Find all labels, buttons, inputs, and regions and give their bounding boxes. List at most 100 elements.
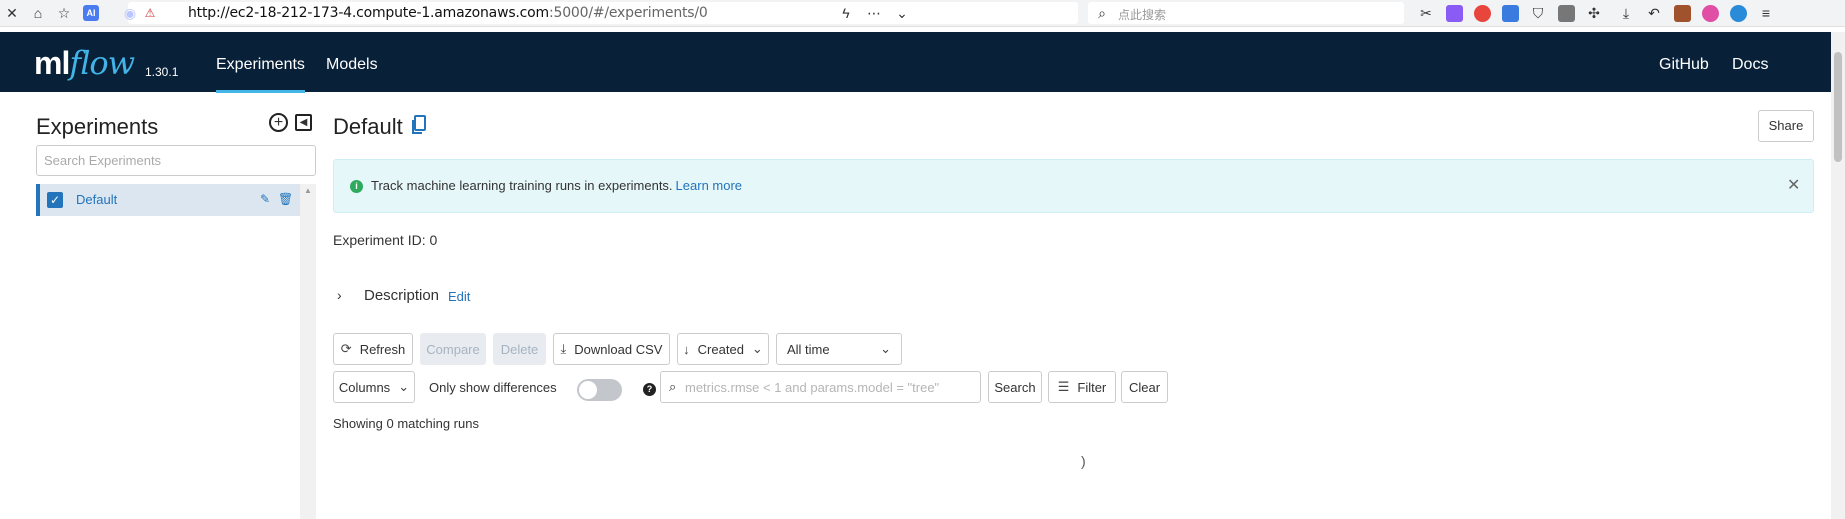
ai-extension-icon[interactable]: AI [83, 5, 99, 21]
columns-button[interactable]: Columns ⌄ [333, 371, 415, 403]
info-alert: i Track machine learning training runs i… [333, 159, 1814, 213]
copy-icon[interactable] [411, 115, 427, 135]
lightning-icon[interactable]: ϟ [838, 5, 854, 21]
edge-extension-icon[interactable] [1730, 5, 1747, 22]
sidebar-title: Experiments [36, 114, 159, 139]
scroll-up-arrow-icon[interactable]: ▲ [304, 186, 312, 195]
insecure-icon[interactable]: ⚠ [142, 5, 158, 21]
undo-icon[interactable]: ↶ [1646, 5, 1662, 21]
close-icon[interactable]: ✕ [4, 5, 20, 21]
delete-button[interactable]: Delete [493, 333, 546, 365]
url-host: http://ec2-18-212-173-4.compute-1.amazon… [188, 5, 549, 21]
puzzle-icon[interactable]: ✣ [1586, 5, 1602, 21]
home-icon[interactable]: ⌂ [30, 5, 46, 21]
mail-extension-icon[interactable] [1502, 5, 1519, 22]
time-range-label: All time [787, 341, 830, 357]
description-label[interactable]: Description [364, 287, 439, 304]
experiment-list-item[interactable]: ✓ Default ✎ 🗑 [36, 184, 300, 216]
chevron-down-icon[interactable]: ⌄ [894, 5, 910, 21]
filter-button[interactable]: ☰ Filter [1048, 371, 1116, 403]
collapse-sidebar-icon[interactable]: ◀ [295, 114, 312, 131]
experiment-id-label: Experiment ID: [333, 232, 426, 248]
checkbox-icon[interactable]: ✓ [47, 192, 63, 208]
filter-icon: ☰ [1057, 379, 1070, 394]
compare-button[interactable]: Compare [420, 333, 486, 365]
share-button[interactable]: Share [1758, 110, 1814, 142]
scrollbar-thumb[interactable] [1834, 52, 1842, 162]
description-edit-link[interactable]: Edit [448, 289, 470, 304]
logo-flow-text: flow [69, 44, 135, 82]
browser-search-placeholder: 点此搜索 [1118, 8, 1167, 22]
search-icon: ⌕ [1098, 4, 1106, 21]
nav-models[interactable]: Models [326, 56, 378, 74]
sort-label: Created [697, 341, 744, 357]
colorful-extension-icon[interactable] [1702, 5, 1719, 22]
browser-search-box[interactable]: ⌕ 点此搜索 [1088, 2, 1404, 24]
refresh-button[interactable]: ⟳ Refresh [333, 333, 413, 365]
help-icon[interactable]: ? [643, 383, 656, 396]
download-csv-button[interactable]: ⤓ Download CSV [553, 333, 670, 365]
chevron-down-icon: ⌄ [751, 341, 763, 356]
scissors-icon[interactable]: ✂ [1418, 5, 1434, 21]
more-icon[interactable]: ⋯ [866, 5, 882, 21]
nav-docs[interactable]: Docs [1732, 56, 1768, 74]
only-show-differences-toggle[interactable] [577, 379, 622, 401]
runs-search-input[interactable]: ⌕ metrics.rmse < 1 and params.model = "t… [660, 371, 981, 403]
refresh-icon: ⟳ [340, 341, 352, 356]
browser-toolbar: ✕ ⌂ ☆ AI ◉ ⚠ http://ec2-18-212-173-4.com… [0, 0, 1845, 27]
alert-text: Track machine learning training runs in … [371, 178, 673, 193]
loading-spinner-icon: ) [1081, 453, 1086, 469]
runs-search-placeholder: metrics.rmse < 1 and params.model = "tre… [685, 380, 940, 395]
url-path: :5000/#/experiments/0 [548, 5, 708, 21]
download-csv-label: Download CSV [574, 341, 663, 357]
clear-button[interactable]: Clear [1121, 371, 1168, 403]
trash-icon[interactable]: 🗑 [278, 192, 293, 206]
page-title: Default [333, 114, 403, 139]
site-info-icon[interactable]: ◉ [122, 5, 138, 21]
chevron-down-icon: ⌄ [880, 341, 891, 356]
url-text[interactable]: http://ec2-18-212-173-4.compute-1.amazon… [188, 5, 708, 21]
runs-count-text: Showing 0 matching runs [333, 416, 479, 431]
refresh-label: Refresh [359, 341, 406, 357]
toggle-knob [579, 381, 597, 399]
bookmark-star-icon[interactable]: ☆ [56, 5, 72, 21]
version-label: 1.30.1 [145, 65, 179, 79]
close-icon[interactable]: ✕ [1787, 175, 1800, 195]
translate-extension-icon[interactable] [1446, 5, 1463, 22]
top-navbar: mlflow 1.30.1 Experiments Models GitHub … [0, 32, 1831, 93]
alert-message: Track machine learning training runs in … [371, 178, 742, 193]
search-icon: ⌕ [669, 379, 677, 394]
logo-ml-text: ml [34, 45, 70, 81]
shield-icon[interactable]: ⛉ [1530, 5, 1546, 21]
menu-icon[interactable]: ≡ [1758, 5, 1774, 21]
download-icon[interactable]: ⤓ [1618, 5, 1634, 21]
experiment-id-value: 0 [429, 232, 438, 248]
page-scrollbar[interactable] [1831, 32, 1845, 519]
sort-select[interactable]: ↓ Created ⌄ [677, 333, 769, 365]
experiment-search-input[interactable]: Search Experiments [36, 145, 316, 176]
address-bar[interactable]: ◉ ⚠ http://ec2-18-212-173-4.compute-1.am… [124, 2, 1078, 24]
mlflow-logo[interactable]: mlflow [34, 44, 135, 82]
sidebar-scrollbar[interactable]: ▲ [300, 184, 316, 519]
experiment-id: Experiment ID: 0 [333, 232, 437, 248]
pencil-icon[interactable]: ✎ [260, 192, 270, 206]
chevron-right-icon[interactable]: › [337, 287, 342, 303]
time-range-select[interactable]: All time ⌄ [776, 333, 902, 365]
image-extension-icon[interactable] [1558, 5, 1575, 22]
arrow-down-icon: ↓ [683, 341, 690, 357]
download-icon: ⤓ [560, 341, 567, 356]
filter-label: Filter [1077, 379, 1107, 395]
experiments-sidebar: Experiments + ◀ Search Experiments ✓ Def… [36, 110, 316, 519]
columns-label: Columns [338, 379, 391, 395]
only-show-differences-label: Only show differences [429, 380, 557, 395]
learn-more-link[interactable]: Learn more [676, 178, 742, 193]
nav-experiments[interactable]: Experiments [216, 56, 305, 93]
briefcase-extension-icon[interactable] [1674, 5, 1691, 22]
weibo-extension-icon[interactable] [1474, 5, 1491, 22]
add-experiment-icon[interactable]: + [269, 113, 288, 132]
experiment-name[interactable]: Default [76, 192, 117, 207]
chevron-down-icon: ⌄ [398, 379, 410, 394]
info-icon: i [350, 180, 363, 193]
nav-github[interactable]: GitHub [1659, 56, 1709, 74]
search-button[interactable]: Search [988, 371, 1042, 403]
